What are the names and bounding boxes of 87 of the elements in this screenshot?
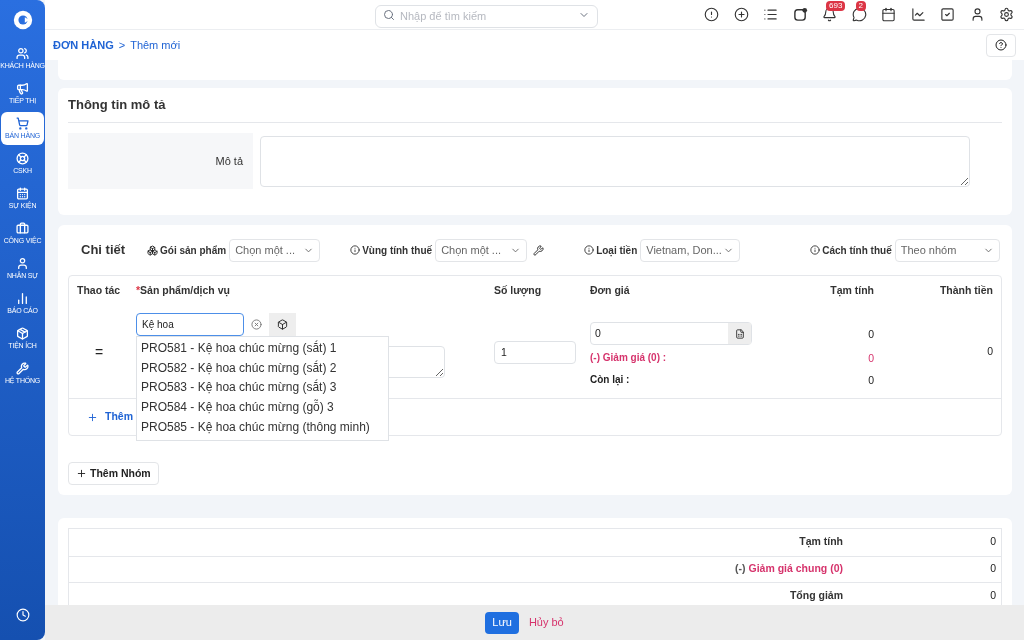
info-icon (584, 245, 595, 255)
filter-label: Vùng tính thuế (362, 243, 433, 258)
drag-handle[interactable]: = (95, 341, 104, 363)
summary-value: 0 (989, 561, 997, 577)
total-value: 0 (987, 344, 993, 360)
section-title: Chi tiết (81, 241, 127, 260)
quantity-field[interactable]: 1 (494, 340, 576, 364)
suggestion-item[interactable]: PRO582 - Kệ hoa chúc mừng (sắt) 2 (137, 357, 388, 378)
price-field[interactable]: 0 (590, 322, 752, 345)
person-icon (16, 257, 29, 270)
chat-icon[interactable] (851, 7, 867, 22)
filter-label: Gói sản phẩm (160, 243, 227, 258)
lifebuoy-icon (16, 152, 29, 165)
column-header: Đơn giá (590, 283, 631, 299)
summary-label: Tạm tính (799, 535, 843, 548)
checkbox-icon[interactable] (940, 7, 955, 22)
discount-label: (-) Giảm giá (0) : (590, 351, 668, 365)
suggestion-item[interactable]: PRO585 - Kệ hoa chúc mừng (thông minh) (137, 417, 388, 437)
logo-icon[interactable] (11, 9, 34, 31)
chart-icon (16, 292, 29, 305)
clear-icon[interactable] (251, 319, 262, 330)
summary-label: Giảm giá chung (0) (748, 562, 843, 575)
column-header: Sản phẩm/dịch vụ (140, 284, 230, 297)
add-group-button[interactable]: Thêm Nhóm (68, 462, 159, 485)
people-icon (16, 47, 29, 60)
column-header: Tạm tính (829, 283, 874, 299)
column-header: Số lượng (494, 283, 543, 299)
add-row-link[interactable]: Thêm (105, 409, 133, 425)
breadcrumb-link[interactable]: ĐƠN HÀNG (53, 36, 114, 54)
cube-icon (277, 319, 288, 330)
description-field[interactable] (260, 136, 970, 187)
select-field[interactable]: Theo nhóm (894, 238, 1000, 262)
breadcrumb-separator: > (118, 37, 126, 53)
section-title: Thông tin mô tả (68, 95, 166, 114)
count-badge: 2 (855, 1, 866, 11)
label-cell: Mô tả (68, 133, 253, 189)
count-badge: 693 (826, 1, 846, 11)
select-field[interactable]: Vietnam, Don... (640, 238, 741, 262)
alert-icon[interactable] (704, 7, 719, 22)
breadcrumb-current: Thêm mới (130, 37, 181, 53)
cancel-button[interactable]: Hủy bỏ (528, 614, 584, 631)
wrench-icon[interactable] (533, 244, 545, 256)
list-icon[interactable] (763, 7, 778, 22)
suggestion-item[interactable]: PRO583 - Kệ hoa chúc mừng (sắt) 3 (137, 377, 388, 398)
calendar-icon[interactable] (881, 7, 896, 22)
search-field[interactable]: Nhập để tìm kiếm (375, 4, 598, 28)
cart-icon (16, 117, 29, 130)
add-icon[interactable] (733, 7, 749, 22)
suggestion-item[interactable]: PRO581 - Kệ hoa chúc mừng (sắt) 1 (137, 338, 388, 358)
line-chart-icon[interactable] (910, 7, 926, 22)
briefcase-icon (16, 222, 29, 235)
user-icon[interactable] (969, 7, 985, 22)
select-field[interactable]: Chọn một ... (435, 238, 528, 262)
plus-icon (76, 468, 87, 479)
suggestion-item[interactable]: PRO584 - Kệ hoa chúc mừng (gỗ) 3 (137, 397, 388, 418)
boxes-icon (147, 244, 158, 256)
product-field[interactable]: Kệ hoa (136, 313, 244, 336)
calendar-icon (16, 187, 29, 200)
filter-label: Loại tiền (596, 243, 638, 258)
box-icon (16, 327, 29, 340)
search-icon (383, 8, 395, 21)
info-icon (810, 245, 821, 255)
save-button[interactable]: Lưu (485, 611, 519, 634)
product-button[interactable] (269, 313, 296, 336)
summary-label: Tổng giảm (789, 588, 843, 601)
filter-label: Cách tính thuế (822, 243, 892, 258)
clock-icon[interactable] (15, 608, 30, 622)
remaining-value: 0 (867, 372, 874, 388)
help-icon (995, 39, 1007, 51)
summary-value: 0 (989, 587, 997, 603)
select-field[interactable]: Chọn một ... (229, 238, 321, 262)
settings-icon[interactable] (999, 7, 1014, 22)
bell-icon[interactable] (822, 7, 837, 22)
minus-prefix: (-) (735, 562, 746, 575)
discount-value: 0 (867, 350, 874, 366)
remaining-label: Còn lại : (590, 373, 631, 387)
sheet-icon (734, 328, 745, 339)
plus-icon (87, 411, 98, 423)
summary-value: 0 (989, 534, 997, 550)
wrench-icon (16, 362, 29, 375)
column-header: Thành tiền (938, 283, 993, 299)
subtotal-value: 0 (867, 327, 874, 342)
info-icon (350, 245, 361, 255)
required-mark: * (136, 284, 141, 297)
column-header: Thao tác (76, 283, 122, 299)
megaphone-icon (16, 82, 29, 95)
help-button[interactable] (986, 33, 1016, 57)
